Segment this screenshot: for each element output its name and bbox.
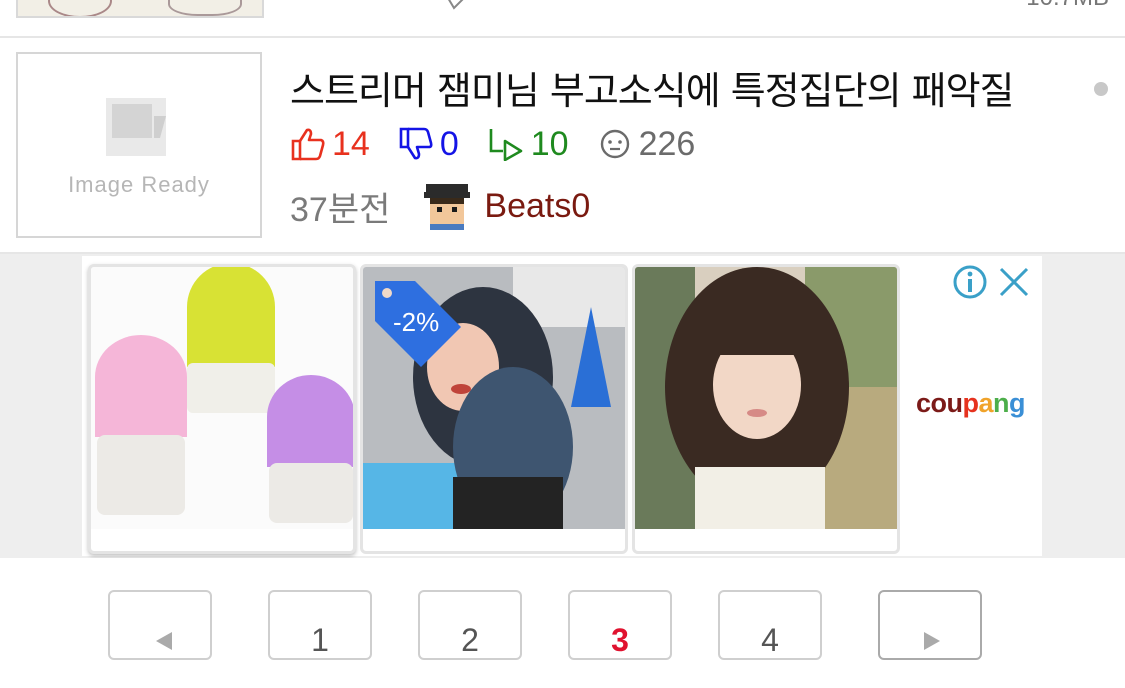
previous-post-row[interactable]: 10.7MB <box>0 0 1125 39</box>
previous-post-thumbnail[interactable] <box>16 0 264 18</box>
ad-product-card[interactable] <box>88 264 356 554</box>
reply-arrow-icon <box>489 129 523 161</box>
author-name[interactable]: Beats0 <box>484 187 590 226</box>
unread-dot <box>1094 82 1108 96</box>
product-image-silicone-bottles <box>91 267 353 529</box>
brand-part: cou <box>916 388 963 418</box>
upvote-stat: 14 <box>290 125 370 164</box>
product-image-model-long-hair <box>635 267 897 529</box>
coupang-ad-banner[interactable]: -2% coupang <box>82 256 1042 556</box>
image-placeholder-icon <box>106 98 166 156</box>
post-item[interactable]: Image Ready 스트리머 잼미님 부고소식에 특정집단의 패악질 14 … <box>0 38 1125 254</box>
page-button-3-current[interactable]: 3 <box>568 590 672 660</box>
thumbnail-placeholder-text: Image Ready <box>68 172 210 197</box>
thumbs-up-icon <box>291 128 325 161</box>
close-icon[interactable] <box>998 266 1030 298</box>
arrow-right-icon <box>924 632 940 650</box>
reply-stat: 10 <box>487 125 569 164</box>
next-page-button[interactable] <box>878 590 982 660</box>
page-button-4[interactable]: 4 <box>718 590 822 660</box>
previous-post-stats-icons <box>448 0 464 10</box>
reply-count: 10 <box>530 124 569 163</box>
previous-post-size: 10.7MB <box>1026 0 1109 12</box>
downvote-count: 0 <box>439 124 459 163</box>
page-button-2[interactable]: 2 <box>418 590 522 660</box>
ad-product-card[interactable] <box>632 264 900 554</box>
post-meta: 37분전 Beats0 <box>290 182 590 231</box>
post-thumbnail[interactable]: Image Ready <box>16 52 262 238</box>
post-stats: 14 0 10 226 <box>290 124 723 164</box>
coupang-logo[interactable]: coupang <box>916 388 1026 419</box>
info-icon[interactable] <box>952 264 988 300</box>
prev-page-button[interactable] <box>108 590 212 660</box>
brand-part: a <box>978 388 994 418</box>
brand-part: g <box>1009 388 1026 418</box>
thumbs-down-icon <box>399 127 433 160</box>
page-button-1[interactable]: 1 <box>268 590 372 660</box>
sketch-shape <box>48 0 112 16</box>
downvote-stat: 0 <box>398 125 459 164</box>
ad-container: -2% coupang <box>0 254 1125 558</box>
sketch-shape <box>168 0 242 16</box>
arrow-left-icon <box>156 632 172 650</box>
view-count: 226 <box>638 124 696 163</box>
post-title[interactable]: 스트리머 잼미님 부고소식에 특정집단의 패악질 <box>290 60 1015 115</box>
brand-part: p <box>962 388 980 418</box>
views-stat: 226 <box>597 124 696 164</box>
post-time: 37분전 <box>290 191 391 229</box>
author-avatar-icon[interactable] <box>424 183 471 230</box>
face-icon <box>600 129 629 159</box>
pagination: 1 2 3 4 <box>0 558 1125 660</box>
upvote-count: 14 <box>332 124 370 163</box>
discount-text: -2% <box>393 307 440 337</box>
ad-product-card[interactable]: -2% <box>360 264 628 554</box>
brand-part: n <box>993 388 1010 418</box>
